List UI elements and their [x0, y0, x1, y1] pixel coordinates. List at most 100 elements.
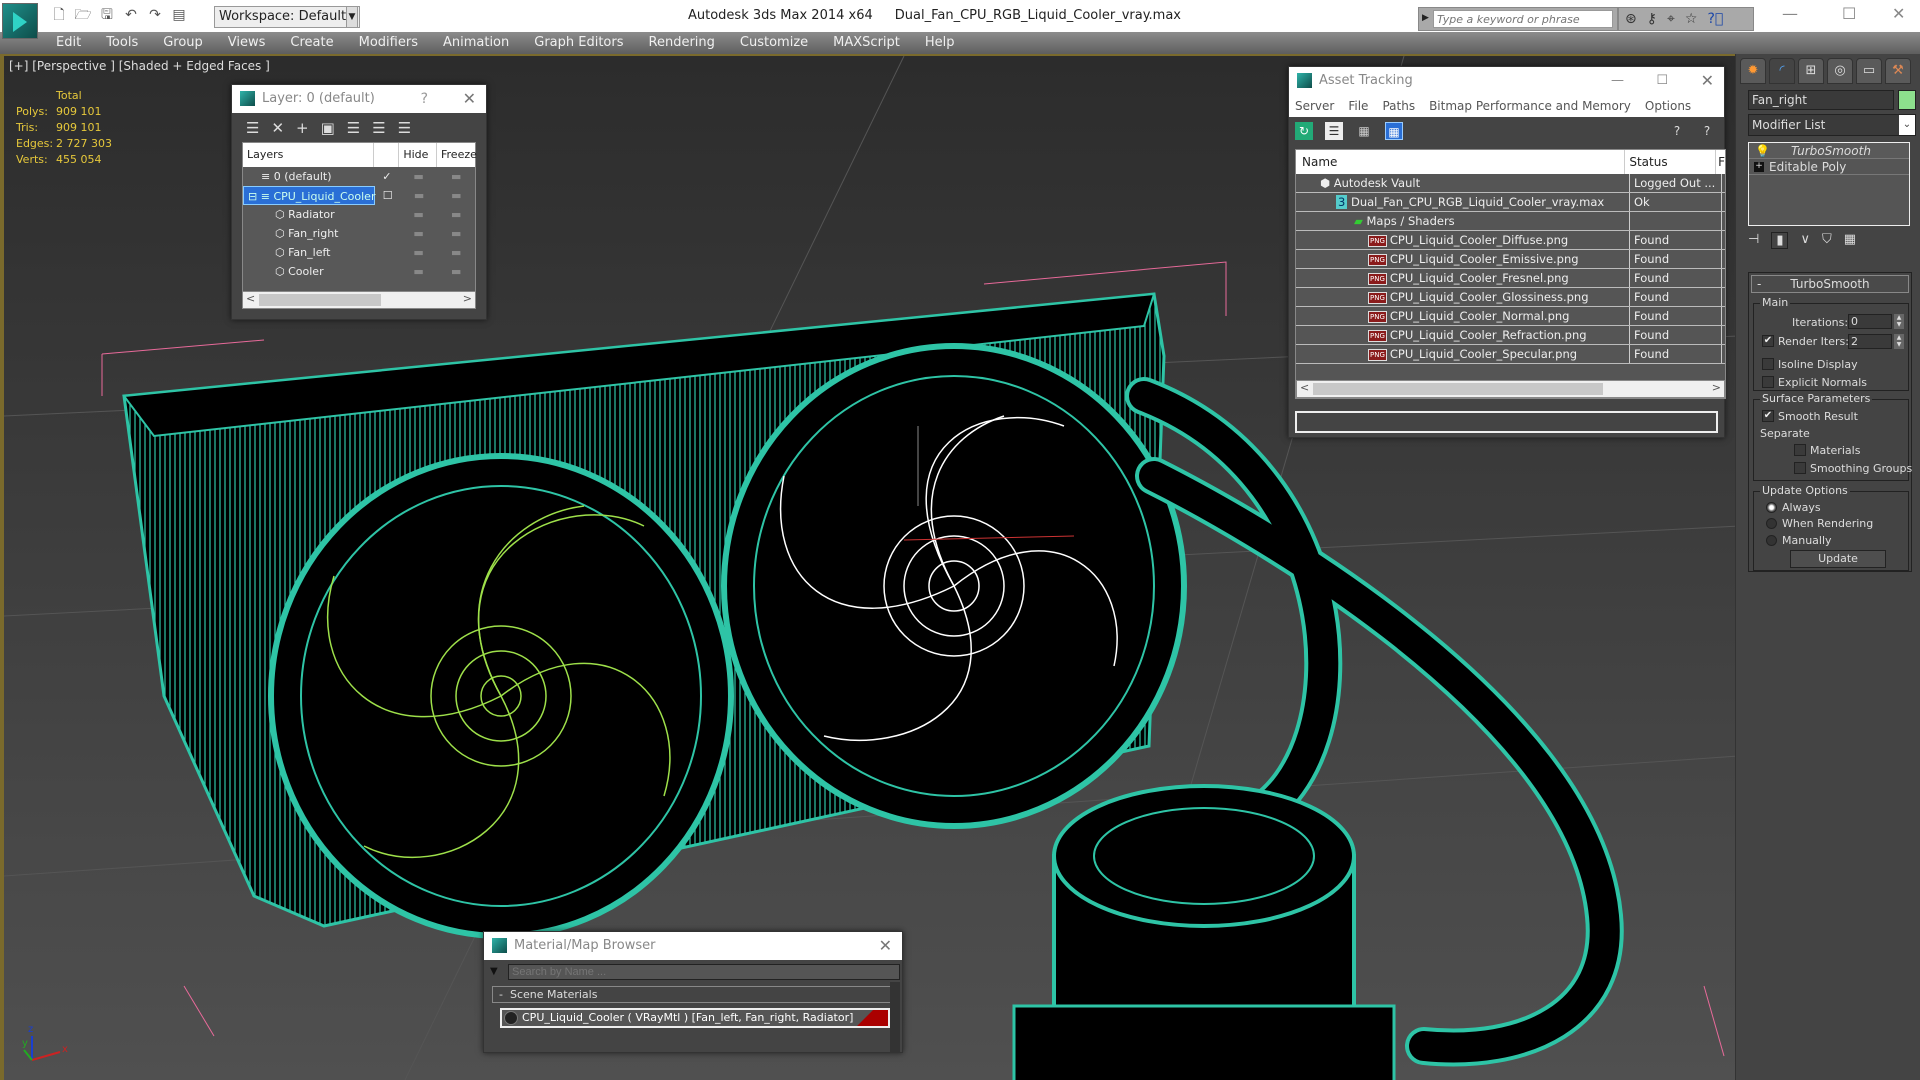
highlight-layer-icon[interactable]: ☰ [372, 119, 385, 137]
maximize-button[interactable]: ☐ [1842, 4, 1856, 23]
material-browser-titlebar[interactable]: Material/Map Browser ✕ [484, 932, 902, 960]
object-row[interactable]: ⬡ Fan_right ▬ ▬ [243, 224, 475, 243]
iterations-spinner-arrows[interactable]: ▲ ▼ [1894, 314, 1904, 329]
fan-left[interactable] [268, 453, 734, 939]
asset-row[interactable]: ▰ Maps / Shaders [1296, 212, 1725, 231]
satellite-icon[interactable]: ⌖ [1667, 11, 1675, 27]
stack-item-turbosmooth[interactable]: 💡 TurboSmooth [1749, 143, 1909, 159]
maximize-button[interactable]: ☐ [1656, 67, 1668, 95]
object-row[interactable]: ⬡ Fan_left ▬ ▬ [243, 243, 475, 262]
display-tab-icon[interactable]: ▭ [1856, 58, 1882, 84]
menu-help[interactable]: Help [925, 32, 955, 54]
asset-path-field[interactable] [1295, 411, 1718, 433]
minimize-button[interactable]: — [1782, 4, 1798, 23]
scroll-thumb[interactable] [1313, 383, 1603, 395]
undo-icon[interactable]: ↶ [122, 6, 140, 24]
qat-customize-button[interactable]: ▼ [346, 6, 358, 28]
menu-bitmap-performance[interactable]: Bitmap Performance and Memory [1429, 95, 1631, 117]
layer-row-selected[interactable]: ⊟ ≡ CPU_Liquid_Cooler ☐ ▬ ▬ [243, 186, 475, 205]
scene-materials-section[interactable]: - Scene Materials [492, 986, 896, 1003]
layer-dialog-titlebar[interactable]: Layer: 0 (default) ? ✕ [232, 85, 486, 113]
add-to-layer-icon[interactable]: + [296, 119, 309, 137]
object-color-swatch[interactable] [1898, 90, 1916, 110]
help-button[interactable]: ? [421, 85, 428, 113]
pump-block[interactable] [1012, 784, 1396, 1080]
scroll-right-icon[interactable]: > [1712, 381, 1721, 394]
minimize-button[interactable]: — [1611, 67, 1624, 95]
rollout-header[interactable]: - TurboSmooth [1751, 275, 1909, 293]
asset-row[interactable]: PNG CPU_Liquid_Cooler_Refraction.png Found [1296, 326, 1725, 345]
close-button[interactable]: ✕ [1892, 4, 1905, 23]
table-view-icon[interactable]: ▦ [1385, 122, 1403, 140]
asset-row[interactable]: PNG CPU_Liquid_Cooler_Diffuse.png Found [1296, 231, 1725, 250]
make-unique-icon[interactable]: ∨ [1800, 232, 1810, 249]
select-layer-icon[interactable]: ☰ [347, 119, 360, 137]
menu-graph-editors[interactable]: Graph Editors [534, 32, 623, 54]
asset-row[interactable]: ⬢ Autodesk Vault Logged Out ... [1296, 174, 1725, 193]
scroll-right-icon[interactable]: > [463, 292, 472, 305]
menu-rendering[interactable]: Rendering [649, 32, 715, 54]
material-item[interactable]: CPU_Liquid_Cooler ( VRayMtl ) [Fan_left,… [500, 1008, 890, 1028]
menu-group[interactable]: Group [163, 32, 203, 54]
isoline-display-checkbox[interactable] [1762, 358, 1774, 370]
new-file-icon[interactable]: 🗋 [50, 6, 68, 24]
menu-options[interactable]: Options [1645, 95, 1691, 117]
manually-radio[interactable] [1766, 535, 1777, 546]
menu-create[interactable]: Create [290, 32, 333, 54]
select-objects-icon[interactable]: ▣ [321, 119, 335, 137]
help-icon[interactable]: ?⃝ [1707, 11, 1723, 27]
refresh-icon[interactable]: ↻ [1295, 122, 1313, 140]
key-icon[interactable]: ⚷ [1647, 11, 1657, 27]
modifier-list-dropdown[interactable]: Modifier List ⌄ [1748, 114, 1916, 136]
create-layer-icon[interactable]: ☰ [246, 119, 259, 137]
save-icon[interactable]: 🖫 [98, 6, 116, 24]
menu-maxscript[interactable]: MAXScript [833, 32, 900, 54]
asset-row[interactable]: PNG CPU_Liquid_Cooler_Specular.png Found [1296, 345, 1725, 364]
show-end-result-icon[interactable]: ▮ [1771, 232, 1789, 249]
menu-edit[interactable]: Edit [56, 32, 81, 54]
iterations-spinner[interactable]: 0 [1848, 314, 1892, 329]
scroll-left-icon[interactable]: < [246, 292, 255, 305]
menu-views[interactable]: Views [228, 32, 266, 54]
help-online-icon[interactable]: ? [1668, 122, 1686, 140]
utilities-tab-icon[interactable]: ⚒ [1885, 58, 1911, 84]
menu-customize[interactable]: Customize [740, 32, 808, 54]
close-button[interactable]: ✕ [463, 85, 476, 113]
menu-file[interactable]: File [1348, 95, 1368, 117]
tree-view-icon[interactable]: ▦ [1355, 122, 1373, 140]
close-button[interactable]: ✕ [1701, 67, 1714, 95]
binoculars-icon[interactable]: ⊛ [1625, 11, 1637, 27]
always-radio[interactable] [1766, 502, 1777, 513]
open-file-icon[interactable]: 🗁 [74, 6, 92, 24]
project-folder-icon[interactable]: ▤ [170, 6, 188, 24]
horizontal-scrollbar[interactable]: < > [1296, 380, 1725, 398]
update-button[interactable]: Update [1790, 550, 1886, 568]
filter-menu-icon[interactable]: ▼ [490, 966, 498, 977]
remove-modifier-icon[interactable]: ⛉ [1822, 232, 1832, 249]
configure-sets-icon[interactable]: ▦ [1844, 232, 1856, 249]
when-rendering-radio[interactable] [1766, 518, 1777, 529]
hierarchy-tab-icon[interactable]: ⊞ [1798, 58, 1824, 84]
layer-settings-icon[interactable]: ☰ [398, 119, 411, 137]
menu-animation[interactable]: Animation [443, 32, 509, 54]
create-tab-icon[interactable]: ✹ [1740, 58, 1766, 84]
star-icon[interactable]: ☆ [1685, 11, 1698, 27]
render-iters-spinner-arrows[interactable]: ▲ ▼ [1894, 334, 1904, 349]
smoothing-groups-checkbox[interactable] [1794, 462, 1806, 474]
app-menu-button[interactable] [2, 3, 38, 39]
asset-row[interactable]: PNG CPU_Liquid_Cooler_Emissive.png Found [1296, 250, 1725, 269]
expand-icon[interactable]: + [1754, 162, 1764, 172]
fan-right[interactable] [721, 343, 1187, 829]
help-icon[interactable]: ? [1698, 122, 1716, 140]
object-row[interactable]: ⬡ Radiator ▬ ▬ [243, 205, 475, 224]
menu-modifiers[interactable]: Modifiers [359, 32, 418, 54]
asset-tracking-titlebar[interactable]: Asset Tracking — ☐ ✕ [1289, 67, 1724, 95]
stack-item-editable-poly[interactable]: + Editable Poly [1749, 159, 1909, 175]
motion-tab-icon[interactable]: ◎ [1827, 58, 1853, 84]
asset-row[interactable]: PNG CPU_Liquid_Cooler_Fresnel.png Found [1296, 269, 1725, 288]
explicit-normals-checkbox[interactable] [1762, 376, 1774, 388]
viewport-label[interactable]: [+] [Perspective ] [Shaded + Edged Faces… [9, 59, 270, 73]
search-by-name-input[interactable] [508, 964, 900, 980]
object-row[interactable]: ⬡ Cooler ▬ ▬ [243, 262, 475, 281]
bulb-icon[interactable]: 💡 [1755, 143, 1770, 159]
